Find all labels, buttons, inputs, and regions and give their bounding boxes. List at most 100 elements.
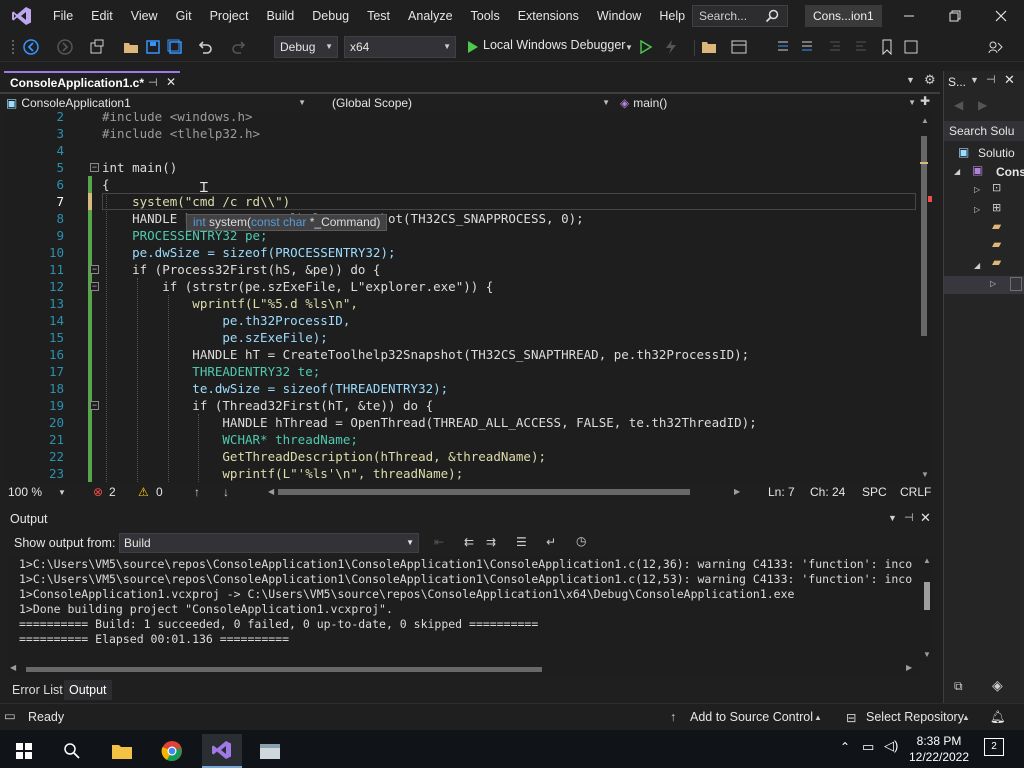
- undo-icon[interactable]: [196, 38, 214, 56]
- menu-build[interactable]: Build: [257, 0, 303, 32]
- timestamp-icon[interactable]: ◷: [576, 534, 586, 548]
- error-count[interactable]: 2: [109, 485, 116, 499]
- menu-edit[interactable]: Edit: [82, 0, 122, 32]
- line-ending-indicator[interactable]: CRLF: [900, 485, 931, 499]
- menu-test[interactable]: Test: [358, 0, 399, 32]
- next-message-icon[interactable]: ⇉: [486, 535, 496, 549]
- fold-toggle-icon[interactable]: −: [90, 265, 99, 274]
- tree-item-solution[interactable]: Solutio: [978, 144, 1015, 162]
- app-window-taskbar-icon[interactable]: [250, 734, 290, 768]
- git-changes-icon[interactable]: ◈: [992, 677, 1003, 694]
- chevron-up-icon[interactable]: ▲: [962, 713, 970, 722]
- scrollbar-thumb[interactable]: [26, 667, 542, 672]
- editor-vertical-scrollbar[interactable]: ▲ ▼: [918, 116, 932, 482]
- previous-issue-icon[interactable]: ↑: [194, 485, 200, 499]
- bookmark-icon[interactable]: [878, 38, 896, 56]
- step-over-icon[interactable]: [798, 38, 816, 56]
- open-folder-icon[interactable]: [122, 38, 140, 56]
- scroll-down-icon[interactable]: ▼: [923, 650, 931, 659]
- start-debugging-button[interactable]: Local Windows Debugger: [483, 38, 625, 52]
- close-window-icon[interactable]: [978, 0, 1024, 32]
- menu-debug[interactable]: Debug: [303, 0, 358, 32]
- output-source-select[interactable]: Build ▼: [119, 533, 419, 553]
- scroll-down-icon[interactable]: ▼: [921, 470, 929, 479]
- navigate-forward-icon[interactable]: [56, 38, 74, 56]
- menu-view[interactable]: View: [122, 0, 167, 32]
- member-select[interactable]: ◈ main() ▼: [620, 94, 916, 112]
- search-input[interactable]: Search...: [692, 5, 788, 27]
- output-horizontal-scrollbar[interactable]: ◀ ▶: [8, 662, 920, 676]
- tab-consoleapplication1-c[interactable]: ConsoleApplication1.c* ⊣ ✕: [4, 71, 180, 93]
- clear-all-icon[interactable]: ☰: [516, 535, 527, 549]
- menu-extensions[interactable]: Extensions: [509, 0, 588, 32]
- outdent-icon[interactable]: [826, 38, 844, 56]
- output-text-area[interactable]: 1>C:\Users\VM5\source\repos\ConsoleAppli…: [8, 556, 920, 662]
- pin-pane-icon[interactable]: ⊣: [904, 511, 914, 524]
- hot-reload-icon[interactable]: [662, 38, 680, 56]
- select-repository-button[interactable]: Select Repository: [866, 710, 964, 724]
- zoom-level[interactable]: 100 %: [8, 485, 42, 499]
- notifications-bell-icon[interactable]: 🔔︎: [990, 710, 1006, 725]
- live-share-icon[interactable]: [986, 38, 1004, 56]
- file-explorer-icon[interactable]: [102, 734, 142, 768]
- expand-icon[interactable]: ▷: [990, 279, 996, 288]
- line-indicator[interactable]: Ln: 7: [768, 485, 795, 499]
- back-icon[interactable]: ◀: [954, 98, 963, 112]
- column-indicator[interactable]: Ch: 24: [810, 485, 845, 499]
- layout-icon[interactable]: [730, 38, 748, 56]
- navigate-back-icon[interactable]: [22, 38, 40, 56]
- code-editor[interactable]: 2 3 4 5 6 7 8 9 10 11 12 13 14 15 16 17 …: [6, 112, 932, 482]
- indent-icon[interactable]: [852, 38, 870, 56]
- output-vertical-scrollbar[interactable]: ▲ ▼: [920, 556, 934, 662]
- chevron-up-icon[interactable]: ▲: [814, 713, 822, 722]
- forward-icon[interactable]: ▶: [978, 98, 987, 112]
- split-editor-icon[interactable]: ✚: [920, 94, 930, 108]
- network-icon[interactable]: ▭: [862, 739, 874, 755]
- settings-gear-icon[interactable]: ⚙: [924, 72, 936, 88]
- solution-explorer-icon[interactable]: [700, 38, 718, 56]
- maximize-icon[interactable]: [932, 0, 978, 32]
- solution-view-icon[interactable]: ⧉: [954, 679, 963, 694]
- action-center-icon[interactable]: 2: [984, 738, 1004, 756]
- step-into-icon[interactable]: [774, 38, 792, 56]
- start-debugging-icon[interactable]: [463, 38, 481, 56]
- menu-git[interactable]: Git: [167, 0, 201, 32]
- pane-options-icon[interactable]: ▼: [970, 75, 979, 85]
- next-issue-icon[interactable]: ↓: [223, 485, 229, 499]
- scroll-right-icon[interactable]: ▶: [734, 487, 740, 496]
- tab-output[interactable]: Output: [64, 680, 112, 700]
- scroll-right-icon[interactable]: ▶: [906, 663, 912, 672]
- word-wrap-icon[interactable]: ↵: [546, 535, 556, 549]
- save-icon[interactable]: [144, 38, 162, 56]
- collapse-icon[interactable]: ◢: [974, 261, 980, 270]
- configuration-select[interactable]: Debug ▼: [274, 36, 338, 58]
- scroll-up-icon[interactable]: ▲: [921, 116, 929, 125]
- chrome-icon[interactable]: [152, 734, 192, 768]
- show-hidden-icons-icon[interactable]: ⌃: [840, 740, 850, 754]
- close-pane-icon[interactable]: ✕: [1004, 72, 1015, 88]
- editor-horizontal-scroll-thumb[interactable]: [278, 489, 690, 495]
- new-project-icon[interactable]: [88, 38, 106, 56]
- expand-icon[interactable]: ▷: [974, 205, 980, 214]
- pin-pane-icon[interactable]: ⊣: [986, 73, 996, 86]
- menu-analyze[interactable]: Analyze: [399, 0, 461, 32]
- windows-start-icon[interactable]: [4, 734, 44, 768]
- error-icon[interactable]: ⊗: [93, 485, 103, 499]
- volume-icon[interactable]: ◁): [884, 738, 898, 754]
- start-without-debugging-icon[interactable]: [636, 38, 654, 56]
- solution-name-badge[interactable]: Cons...ion1: [805, 5, 882, 27]
- scroll-left-icon[interactable]: ◀: [10, 663, 16, 672]
- menu-tools[interactable]: Tools: [462, 0, 509, 32]
- scrollbar-thumb[interactable]: [921, 136, 927, 336]
- warning-icon[interactable]: ⚠: [138, 485, 149, 499]
- fold-toggle-icon[interactable]: −: [90, 282, 99, 291]
- collapse-icon[interactable]: ◢: [954, 167, 960, 176]
- go-to-location-icon[interactable]: ⇤: [434, 535, 444, 549]
- fold-toggle-icon[interactable]: −: [90, 401, 99, 410]
- menu-help[interactable]: Help: [650, 0, 694, 32]
- tab-list-dropdown-icon[interactable]: ▼: [906, 75, 915, 85]
- platform-select[interactable]: x64 ▼: [344, 36, 456, 58]
- pin-tab-icon[interactable]: ⊣: [148, 76, 158, 89]
- add-to-source-control-button[interactable]: Add to Source Control: [690, 710, 813, 724]
- solution-search-input[interactable]: Search Solu: [944, 121, 1024, 141]
